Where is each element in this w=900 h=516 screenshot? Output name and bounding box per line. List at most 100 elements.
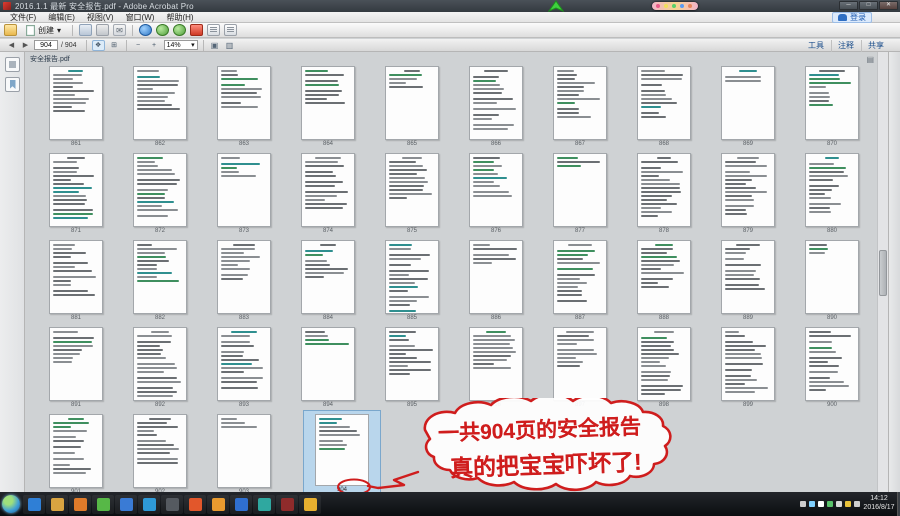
tray-icon-1[interactable] (809, 501, 815, 507)
page-thumbnail-893[interactable] (217, 327, 271, 401)
page-number-input[interactable]: 904 (34, 40, 58, 50)
page-thumbnail-881[interactable] (49, 240, 103, 314)
page-thumbnail-863[interactable] (217, 66, 271, 140)
page-thumbnail-887[interactable] (553, 240, 607, 314)
next-page-button[interactable]: ▶ (20, 40, 31, 51)
page-thumbnail-895[interactable] (385, 327, 439, 401)
task-pane-tab-1[interactable]: 注释 (831, 40, 860, 52)
signin-button[interactable]: 登录 (832, 12, 872, 23)
green-app-icon[interactable] (92, 495, 114, 514)
scrolling-view-icon[interactable]: ▥ (224, 40, 236, 51)
selected-page-highlight[interactable]: 904 (303, 410, 381, 492)
page-thumbnail-868[interactable] (637, 66, 691, 140)
export-doc-icon[interactable] (207, 24, 220, 36)
page-thumbnails-panel-icon[interactable] (5, 57, 20, 72)
menu-item-1[interactable]: 编辑(E) (42, 12, 81, 23)
blue-circle-app-icon[interactable] (230, 495, 252, 514)
previous-page-button[interactable]: ◀ (6, 40, 17, 51)
page-thumbnail-899[interactable] (721, 327, 775, 401)
page-thumbnail-877[interactable] (553, 153, 607, 227)
adobe-reader-icon[interactable] (115, 495, 137, 514)
page-thumbnail-866[interactable] (469, 66, 523, 140)
page-thumbnail-888[interactable] (637, 240, 691, 314)
darkred-app-icon[interactable] (276, 495, 298, 514)
taskbar-clock[interactable]: 14:12 2016/8/17 (861, 494, 897, 512)
tray-icon-3[interactable] (827, 501, 833, 507)
teal-app-icon[interactable] (253, 495, 275, 514)
collaborate-icon[interactable] (173, 24, 186, 36)
acrobat-tool-icon[interactable] (190, 24, 203, 36)
dark-app-icon[interactable] (161, 495, 183, 514)
page-thumbnail-873[interactable] (217, 153, 271, 227)
hand-tool-button[interactable]: ❖ (92, 40, 105, 51)
print-icon[interactable] (96, 24, 109, 36)
media-app-icon[interactable] (138, 495, 160, 514)
menu-item-3[interactable]: 窗口(W) (120, 12, 161, 23)
page-thumbnail-904[interactable] (315, 414, 369, 486)
page-thumbnail-864[interactable] (301, 66, 355, 140)
close-button[interactable]: ✕ (879, 1, 898, 10)
page-thumbnail-879[interactable] (721, 153, 775, 227)
tray-icon-6[interactable] (854, 501, 860, 507)
chat-app-icon[interactable] (299, 495, 321, 514)
page-thumbnail-874[interactable] (301, 153, 355, 227)
page-thumbnail-900[interactable] (805, 327, 859, 401)
menu-item-0[interactable]: 文件(F) (4, 12, 42, 23)
vertical-scrollbar[interactable] (877, 52, 888, 492)
scrollbar-thumb[interactable] (879, 250, 887, 296)
page-thumbnail-886[interactable] (469, 240, 523, 314)
ie-icon[interactable] (23, 495, 45, 514)
page-thumbnail-872[interactable] (133, 153, 187, 227)
create-pdf-button[interactable]: 创建 ▾ (21, 23, 66, 38)
email-icon[interactable]: ✉ (113, 24, 126, 36)
tray-icon-5[interactable] (845, 501, 851, 507)
page-thumbnail-882[interactable] (133, 240, 187, 314)
attach-doc-icon[interactable] (224, 24, 237, 36)
zoom-in-button[interactable]: + (148, 40, 161, 51)
page-thumbnail-878[interactable] (637, 153, 691, 227)
task-pane-tab-0[interactable]: 工具 (802, 40, 830, 52)
select-tool-button[interactable]: ⊞ (108, 40, 121, 51)
tray-icon-4[interactable] (836, 501, 842, 507)
single-page-view-icon[interactable]: ▣ (209, 40, 221, 51)
page-thumbnail-861[interactable] (49, 66, 103, 140)
flame-app-icon[interactable] (207, 495, 229, 514)
photo-app-icon[interactable] (69, 495, 91, 514)
page-thumbnail-903[interactable] (217, 414, 271, 488)
page-thumbnail-884[interactable] (301, 240, 355, 314)
page-thumbnail-901[interactable] (49, 414, 103, 488)
page-thumbnail-896[interactable] (469, 327, 523, 401)
tray-icon-2[interactable] (818, 501, 824, 507)
page-thumbnail-869[interactable] (721, 66, 775, 140)
open-file-icon[interactable] (4, 24, 17, 36)
page-thumbnail-880[interactable] (805, 153, 859, 227)
tray-icon-0[interactable] (800, 501, 806, 507)
page-thumbnail-902[interactable] (133, 414, 187, 488)
start-button[interactable] (2, 495, 20, 513)
bookmarks-panel-icon[interactable] (5, 77, 20, 92)
page-thumbnail-890[interactable] (805, 240, 859, 314)
menu-item-4[interactable]: 帮助(H) (160, 12, 199, 23)
minimize-button[interactable]: ─ (839, 1, 858, 10)
maximize-button[interactable]: □ (859, 1, 878, 10)
menu-item-2[interactable]: 视图(V) (81, 12, 120, 23)
page-thumbnail-889[interactable] (721, 240, 775, 314)
task-pane-tab-2[interactable]: 共享 (861, 40, 890, 52)
zoom-out-button[interactable]: − (132, 40, 145, 51)
page-thumbnail-894[interactable] (301, 327, 355, 401)
page-thumbnail-883[interactable] (217, 240, 271, 314)
page-thumbnail-865[interactable] (385, 66, 439, 140)
page-thumbnail-875[interactable] (385, 153, 439, 227)
page-thumbnail-898[interactable] (637, 327, 691, 401)
page-thumbnail-871[interactable] (49, 153, 103, 227)
page-thumbnail-892[interactable] (133, 327, 187, 401)
page-thumbnail-862[interactable] (133, 66, 187, 140)
save-icon[interactable] (79, 24, 92, 36)
page-thumbnail-870[interactable] (805, 66, 859, 140)
zoom-level-select[interactable]: 14% ▾ (164, 40, 198, 50)
page-thumbnail-867[interactable] (553, 66, 607, 140)
page-thumbnail-885[interactable] (385, 240, 439, 314)
page-thumbnail-891[interactable] (49, 327, 103, 401)
collapsed-task-pane[interactable] (888, 52, 900, 492)
orange-app-icon[interactable] (184, 495, 206, 514)
